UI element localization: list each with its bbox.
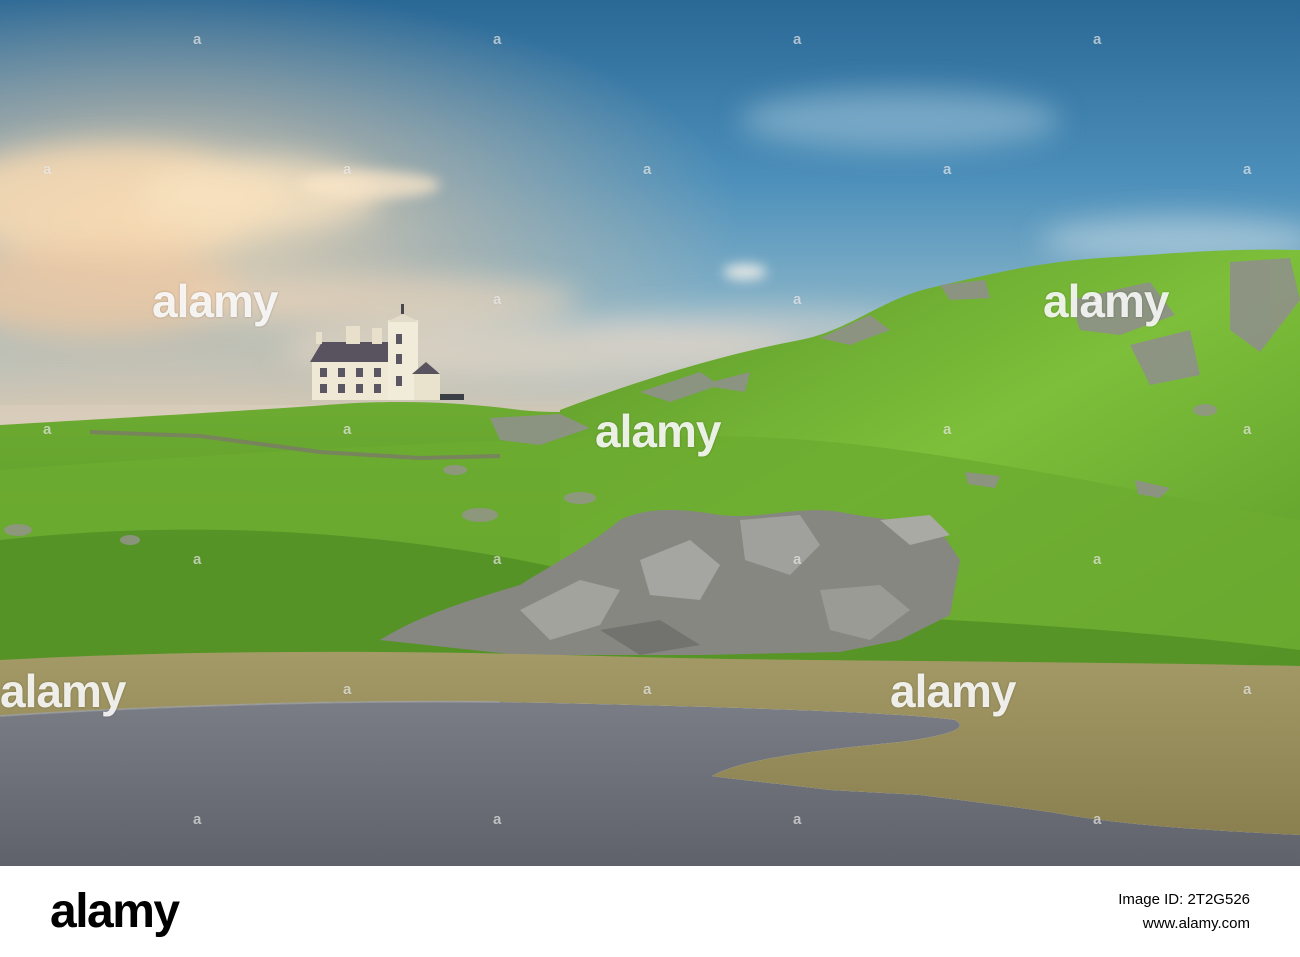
image-frame: a a a a a a a a a a a a a a a a a a a a … <box>0 0 1300 957</box>
image-id-label: Image ID: 2T2G526 <box>1118 891 1250 908</box>
landscape-photo <box>0 0 1300 866</box>
site-url: www.alamy.com <box>1142 915 1250 932</box>
landscape-illustration <box>0 0 1300 866</box>
brand-logo: alamy <box>50 885 180 938</box>
footer-bar: alamy Image ID: 2T2G526 www.alamy.com <box>0 866 1300 957</box>
